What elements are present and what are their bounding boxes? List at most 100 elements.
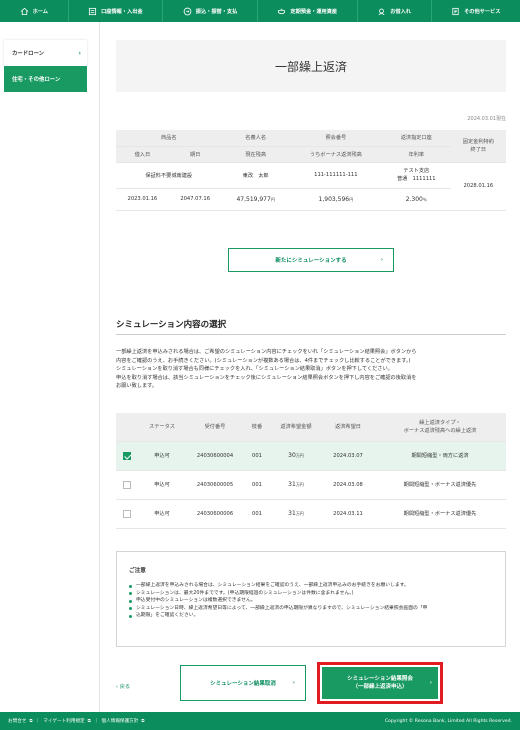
row-checkbox[interactable] xyxy=(123,509,131,518)
external-link-icon: ⧉ xyxy=(29,719,33,724)
col-header: 繰上返済タイプ・ ボーナス返済残高への繰上返済 xyxy=(374,413,506,442)
button-label-line1: シミュレーション結果照会 xyxy=(347,675,413,682)
amount-value: 31 xyxy=(288,510,296,517)
current-balance: 47,519,977円 xyxy=(221,188,290,211)
footer-separator: ｜ xyxy=(35,719,41,724)
nav-services[interactable]: その他サービス xyxy=(432,0,520,22)
global-nav: ホーム 口座情報・入出金 振込・振替・支払 定期預金・運用資産 お借入れ その他… xyxy=(0,0,520,22)
sidebar-item-label: 住宅・その他ローン xyxy=(12,77,61,83)
nav-label: 振込・振替・支払 xyxy=(195,8,238,15)
yen-unit: 円 xyxy=(270,196,275,202)
col-header: 返済希望日 xyxy=(322,413,374,442)
view-simulation-result-button[interactable]: シミュレーション結果照会 （一部繰上返済申込） › xyxy=(322,667,438,699)
sidebar-item-card-loan[interactable]: カードローン › xyxy=(4,40,87,66)
back-label: 戻る xyxy=(119,684,131,690)
amount-value: 31 xyxy=(288,481,296,488)
col-header: 返済希望金額 xyxy=(270,413,322,442)
chevron-right-icon: › xyxy=(380,257,383,263)
footer-link-terms[interactable]: マイゲート利用規定 xyxy=(43,718,84,724)
account-branch: テスト支店 xyxy=(403,168,430,174)
nav-label: その他サービス xyxy=(464,8,501,15)
col-header: 借入日 xyxy=(116,146,169,163)
nav-account[interactable]: 口座情報・入出金 xyxy=(69,0,164,22)
table-row[interactable]: 申込可 24030600006 001 31万円 2024.03.11 期間短縮… xyxy=(116,499,506,529)
account-icon xyxy=(89,7,97,15)
borrow-date: 2023.01.16 xyxy=(116,188,169,211)
col-header: 年利率 xyxy=(381,146,451,163)
date-cell: 2024.03.11 xyxy=(322,499,374,529)
holder-name: 東改 太郎 xyxy=(221,162,290,189)
status-cell: 申込可 xyxy=(138,441,186,471)
section-title: シミュレーション内容の選択 xyxy=(116,320,227,330)
table-row[interactable]: 申込可 24030600004 001 30万円 2024.03.07 期間短縮… xyxy=(116,441,506,471)
amount-unit: 万円 xyxy=(295,482,304,487)
home-icon xyxy=(20,7,28,15)
type-cell: 期間短縮型・ボーナス返済優先 xyxy=(374,499,506,529)
nav-loan[interactable]: お借入れ xyxy=(358,0,432,22)
amount-unit: 万円 xyxy=(295,453,304,458)
fixed-rate-end-date: 2028.01.16 xyxy=(450,162,506,211)
amount-cell: 31万円 xyxy=(270,470,322,500)
nav-label: 定期預金・運用資産 xyxy=(290,8,338,15)
cancel-simulation-button[interactable]: シミュレーション結果取消 › xyxy=(180,665,306,701)
notice-item-continued: 込期限」をご確認ください。 xyxy=(129,612,493,620)
table-row[interactable]: 申込可 24030600005 001 31万円 2024.03.08 期間短縮… xyxy=(116,470,506,500)
description-line: 申込を取り消す場合は、該当シミュレーションをチェック後にシミュレーション結果照会… xyxy=(116,374,417,381)
bonus-balance-value: 1,903,596 xyxy=(318,195,350,203)
sidebar-item-label: カードローン xyxy=(12,51,45,57)
services-icon xyxy=(452,7,459,15)
row-checkbox-cell xyxy=(116,499,138,529)
loan-icon xyxy=(378,8,385,15)
amount-unit: 万円 xyxy=(295,511,304,516)
reference-number: 111-111111-111 xyxy=(289,162,382,189)
due-date: 2047.07.16 xyxy=(168,188,222,211)
yen-unit: 円 xyxy=(349,196,354,202)
rate-value: 2.300 xyxy=(405,195,423,203)
footer-link-privacy[interactable]: 個人情報保護方針 xyxy=(102,718,139,724)
nav-savings[interactable]: 定期預金・運用資産 xyxy=(258,0,358,22)
bonus-balance: 1,903,596円 xyxy=(289,188,382,211)
interest-rate: 2.300％ xyxy=(381,188,451,211)
row-checkbox[interactable] xyxy=(123,480,131,489)
back-link[interactable]: ‹ 戻る xyxy=(116,683,130,690)
button-label: シミュレーション結果取消 xyxy=(210,681,276,687)
section-description: 一部繰上返済を申込みされる場合は、ご希望のシミュレーション内容にチェックをいれ「… xyxy=(116,348,506,391)
new-simulation-button[interactable]: 新たにシミュレーションする › xyxy=(228,248,394,272)
description-line: シミュレーションを取り消す場合も同様にチェックを入れ、「シミュレーション結果取消… xyxy=(116,366,393,373)
confirm-button-highlight: シミュレーション結果照会 （一部繰上返済申込） › xyxy=(317,662,443,704)
col-header: 期日 xyxy=(168,146,222,163)
col-header: うちボーナス返済残高 xyxy=(289,146,382,163)
receipt-number-cell: 24030600004 xyxy=(186,441,244,471)
loan-info-table: 商品名 名義人名 照会番号 返済指定口座 固定金利特約 終了日 借入日 期日 現… xyxy=(116,130,506,211)
description-line: 一部繰上返済を申込みされる場合は、ご希望のシミュレーション内容にチェックをいれ「… xyxy=(116,349,417,355)
status-cell: 申込可 xyxy=(138,499,186,529)
sidebar-item-housing-loan[interactable]: 住宅・その他ローン xyxy=(4,66,87,92)
product-name: 保証料不要城南建設 xyxy=(116,162,222,189)
nav-home[interactable]: ホーム xyxy=(0,0,69,22)
amount-cell: 31万円 xyxy=(270,499,322,529)
type-cell: 期間短縮型・両方に返済 xyxy=(374,441,506,471)
status-cell: 申込可 xyxy=(138,470,186,500)
notice-item: シミュレーション日時、繰上返済希望日等によって、一部繰上返済の申込期限が異なりま… xyxy=(129,605,493,613)
chevron-right-icon: › xyxy=(429,679,432,686)
chevron-right-icon: › xyxy=(78,49,81,57)
description-line: 内容をご確認のうえ、お手続きください。(シミュレーションが複数ある場合は、4件ま… xyxy=(116,357,411,364)
copyright: Copyright © Resona Bank, Limited All Rig… xyxy=(384,718,512,724)
notice-box: ご注意 一部繰上返済を申込みされる場合は、シミュレーション結果をご確認のうえ、一… xyxy=(116,551,506,647)
col-header: 受付番号 xyxy=(186,413,244,442)
row-checkbox-cell xyxy=(116,470,138,500)
amount-value: 30 xyxy=(288,452,296,459)
footer: お問合せ ⧉ ｜ マイゲート利用規定 ⧉ ｜ 個人情報保護方針 ⧉ Copyri… xyxy=(0,712,520,730)
type-cell: 期間短縮型・ボーナス返済優先 xyxy=(374,470,506,500)
row-checkbox-cell xyxy=(116,441,138,471)
footer-links: お問合せ ⧉ ｜ マイゲート利用規定 ⧉ ｜ 個人情報保護方針 ⧉ xyxy=(8,718,145,724)
row-checkbox[interactable] xyxy=(123,451,131,460)
col-header: 枝番 xyxy=(244,413,270,442)
description-line: お願い致します。 xyxy=(116,383,157,390)
footer-link-contact[interactable]: お問合せ xyxy=(8,718,26,724)
as-of-date: 2024.03.01現在 xyxy=(467,116,506,122)
col-header: 照会番号 xyxy=(289,130,382,147)
section-divider xyxy=(116,334,506,335)
nav-transfer[interactable]: 振込・振替・支払 xyxy=(163,0,258,22)
col-header: 返済指定口座 xyxy=(381,130,451,147)
